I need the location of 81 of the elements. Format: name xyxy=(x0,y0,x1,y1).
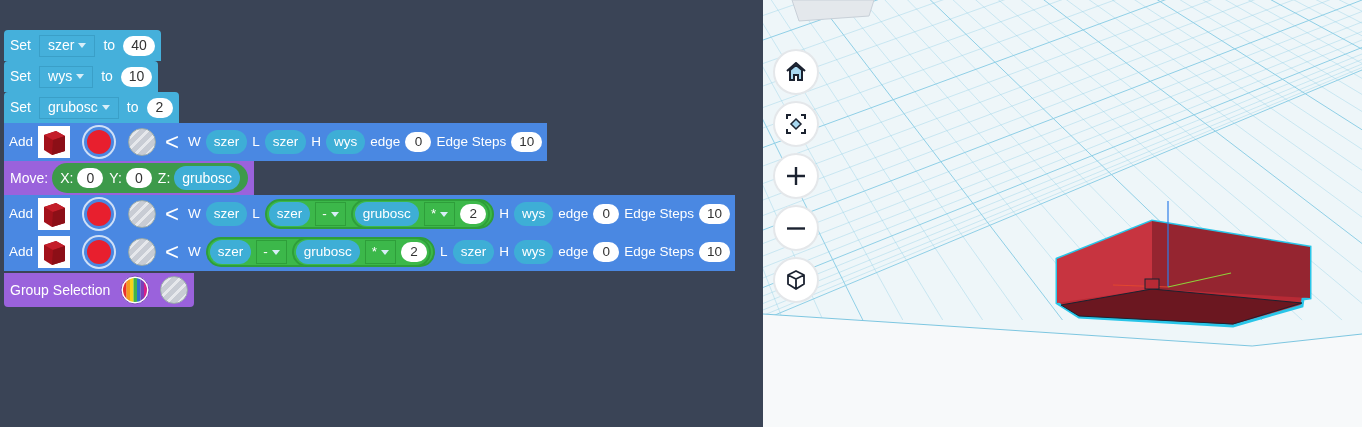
hole-swatch[interactable] xyxy=(128,200,157,228)
home-icon xyxy=(786,62,806,82)
group-block[interactable]: Group Selection xyxy=(4,273,195,307)
parameter-label: L xyxy=(440,242,448,261)
parameter-label: L xyxy=(252,204,260,223)
collapse-chevron[interactable]: < xyxy=(161,202,184,226)
parameter-label: Y: xyxy=(109,168,122,188)
rainbow-swatch[interactable] xyxy=(120,275,151,305)
number-field[interactable]: 2 xyxy=(146,97,173,118)
number-field[interactable]: 10 xyxy=(699,204,731,224)
set-block[interactable]: Set grubosc to 2 xyxy=(4,92,179,123)
hole-swatch[interactable] xyxy=(160,276,189,304)
operator-block[interactable]: szer - grubosc * 2 xyxy=(264,199,495,229)
block-label: Move: xyxy=(10,168,49,188)
number-field[interactable]: 0 xyxy=(77,168,104,188)
collapse-chevron[interactable]: < xyxy=(161,130,184,154)
number-field[interactable]: 10 xyxy=(699,242,731,262)
solid-color-swatch[interactable] xyxy=(84,127,115,157)
block-label: Add xyxy=(9,242,34,261)
block-label: Set xyxy=(10,98,31,117)
parameter-label: L xyxy=(252,132,260,151)
cube-view-icon xyxy=(786,270,806,290)
parameter-label: Edge Steps xyxy=(436,132,507,151)
solid-color-swatch[interactable] xyxy=(84,199,115,229)
caret-icon xyxy=(381,249,390,255)
cube-icon[interactable] xyxy=(38,198,71,230)
hole-swatch[interactable] xyxy=(128,128,157,156)
zoom-in-icon xyxy=(786,166,806,186)
number-field[interactable]: 10 xyxy=(120,66,153,87)
parameter-label: H xyxy=(311,132,322,151)
move-block[interactable]: Move: X: 0 Y: 0 Z: grubosc xyxy=(4,161,255,195)
caret-icon xyxy=(76,74,85,79)
block-label: to xyxy=(126,98,139,117)
operator-block[interactable]: grubosc * 2 xyxy=(291,237,432,267)
block-label: Set xyxy=(10,67,31,86)
parameter-label: X: xyxy=(60,168,74,188)
set-block[interactable]: Set wys to 10 xyxy=(4,61,159,92)
collapse-chevron[interactable]: < xyxy=(161,240,184,264)
cube-icon[interactable] xyxy=(38,126,71,158)
parameter-label: W xyxy=(188,204,201,223)
number-field[interactable]: 40 xyxy=(123,35,155,56)
add-block[interactable]: Add < W szer L szer - grubosc * 2 H wys edge 0 Edge Steps 10 xyxy=(4,195,736,233)
parameter-label: edge xyxy=(370,132,401,151)
cube-icon[interactable] xyxy=(38,236,71,268)
parameter-label: Edge Steps xyxy=(624,204,694,223)
number-field[interactable]: 0 xyxy=(125,168,152,188)
block-label: Group Selection xyxy=(10,280,111,300)
parameter-label: Z: xyxy=(157,168,171,188)
fit-view-icon xyxy=(786,114,806,134)
block-label: to xyxy=(103,36,116,55)
parameter-label: W xyxy=(188,242,201,261)
number-field[interactable]: 0 xyxy=(405,132,432,152)
parameter-label: H xyxy=(499,204,509,223)
parameter-label: Edge Steps xyxy=(624,242,694,261)
block-label: Add xyxy=(9,132,34,151)
operator-block[interactable]: szer - grubosc * 2 xyxy=(205,237,436,267)
caret-icon xyxy=(330,211,339,217)
block-label: to xyxy=(101,67,113,86)
number-field[interactable]: 0 xyxy=(593,242,620,262)
operator-block[interactable]: grubosc * 2 xyxy=(350,199,491,229)
parameter-label: edge xyxy=(558,204,589,223)
hole-swatch[interactable] xyxy=(128,238,157,266)
parameter-label: W xyxy=(188,132,201,151)
caret-icon xyxy=(101,105,110,110)
solid-color-swatch[interactable] xyxy=(84,237,115,267)
caret-icon xyxy=(440,211,449,217)
set-block[interactable]: Set szer to 40 xyxy=(4,30,161,61)
add-block[interactable]: Add < W szer L szer H wys edge 0 Edge Steps 10 xyxy=(4,123,548,161)
parameter-label: edge xyxy=(558,242,589,261)
zoom-out-icon xyxy=(786,226,806,230)
number-field[interactable]: 2 xyxy=(460,204,487,224)
add-block[interactable]: Add < W szer - grubosc * 2 L szer H wys edge 0 Edge Steps 10 xyxy=(4,233,736,271)
parameter-label: H xyxy=(499,242,509,261)
number-field[interactable]: 2 xyxy=(401,242,428,262)
number-field[interactable]: 10 xyxy=(511,132,543,152)
block-label: Add xyxy=(9,204,34,223)
box-model-drawing[interactable] xyxy=(1053,199,1313,329)
caret-icon xyxy=(271,249,280,255)
block-label: Set xyxy=(10,36,31,55)
caret-icon xyxy=(78,43,87,48)
number-field[interactable]: 0 xyxy=(593,204,620,224)
